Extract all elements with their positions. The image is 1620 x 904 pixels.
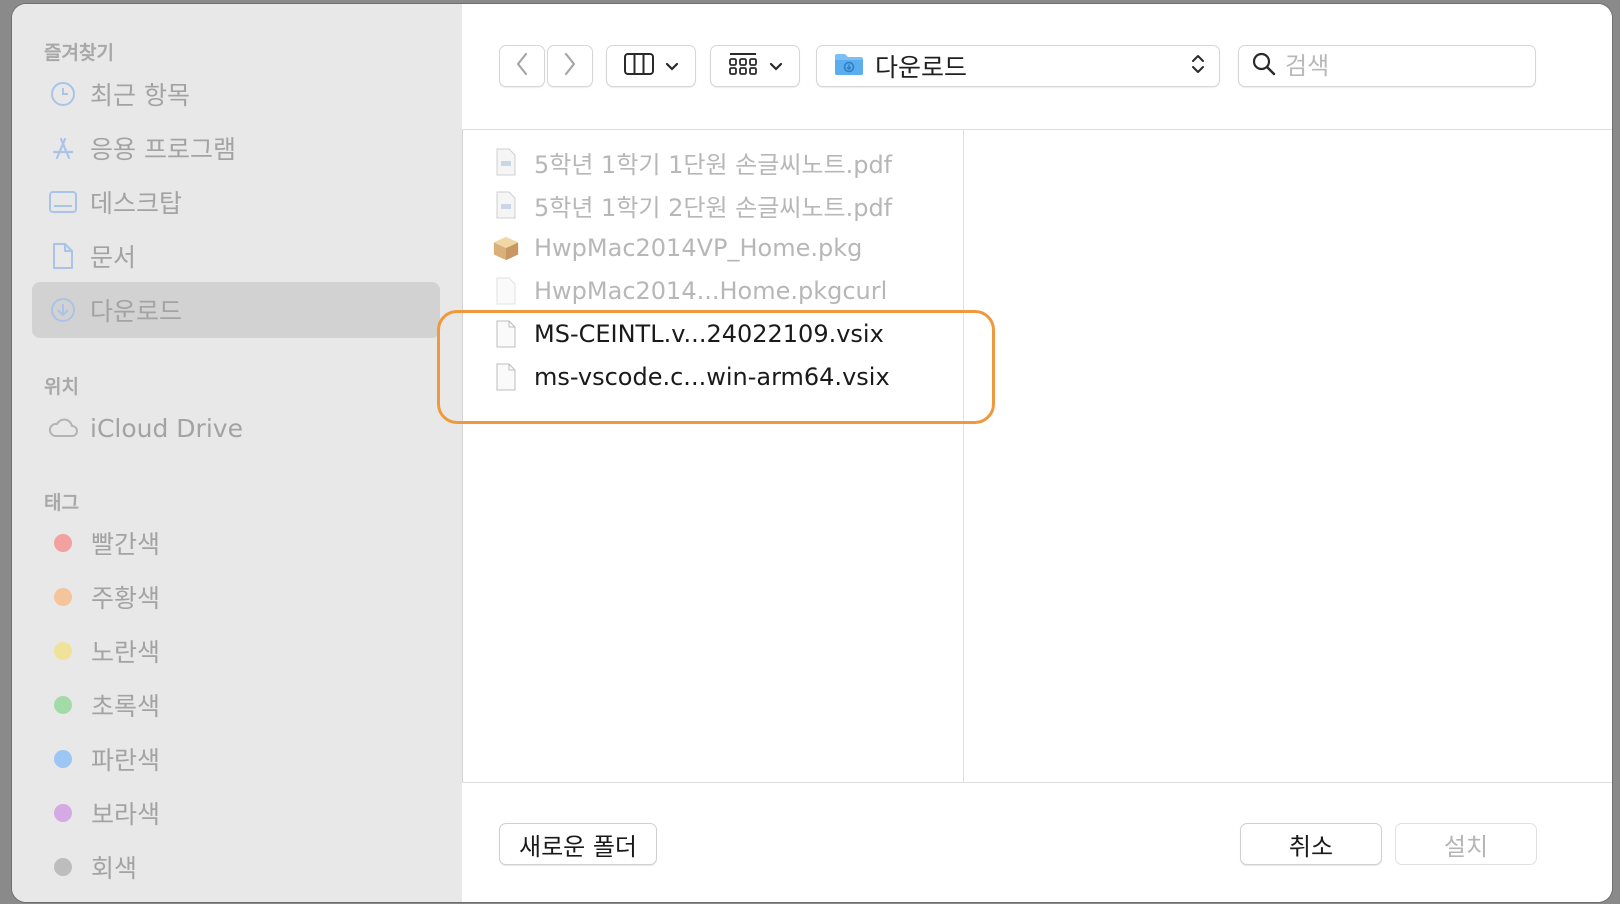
document-icon: [46, 239, 80, 273]
blank-file-icon: [492, 360, 520, 394]
sidebar-item-downloads[interactable]: 다운로드: [32, 282, 440, 338]
install-button[interactable]: 설치: [1395, 823, 1537, 865]
package-icon: [492, 231, 520, 265]
chevron-down-icon: [769, 57, 783, 76]
tag-label: 노란색: [91, 638, 161, 667]
grid-view-icon: [727, 51, 759, 81]
forward-button[interactable]: [547, 45, 593, 87]
file-name: HwpMac2014VP_Home.pkg: [534, 234, 863, 262]
sidebar-item-label: 최근 항목: [90, 81, 190, 110]
file-name: 5학년 1학기 1단원 손글씨노트.pdf: [534, 150, 893, 179]
group-by-button[interactable]: [710, 45, 800, 87]
favorites-heading: 즐겨찾기: [44, 42, 114, 64]
file-name: ms-vscode.c...win-arm64.vsix: [534, 363, 890, 391]
tag-label: 초록색: [91, 692, 161, 721]
chevron-right-icon: [563, 52, 577, 80]
columns-view-icon: [623, 52, 655, 80]
tag-color-dot: [54, 588, 72, 606]
file-name: MS-CEINTL.v...24022109.vsix: [534, 320, 884, 348]
new-folder-button[interactable]: 새로운 폴더: [499, 823, 657, 865]
sidebar-item-label: iCloud Drive: [90, 413, 243, 443]
search-icon: [1251, 51, 1277, 81]
sidebar-item-label: 응용 프로그램: [90, 135, 236, 164]
sidebar-item-icloud-drive[interactable]: iCloud Drive: [32, 400, 440, 456]
tag-label: 빨간색: [91, 530, 161, 559]
dialog-footer: 새로운 폴더 취소 설치: [462, 782, 1612, 902]
sidebar-item-recents[interactable]: 최근 항목: [32, 66, 440, 122]
up-down-chevron-icon: [1191, 52, 1205, 80]
preview-pane: [964, 130, 1612, 782]
tag-label: 주황색: [91, 584, 161, 613]
sidebar-tag-green[interactable]: 초록색: [32, 677, 440, 733]
applications-icon: [46, 131, 80, 165]
download-icon: [46, 293, 80, 327]
tag-color-dot: [54, 534, 72, 552]
path-label: 다운로드: [875, 53, 968, 82]
search-input[interactable]: [1283, 51, 1507, 81]
file-row[interactable]: MS-CEINTL.v...24022109.vsix: [492, 314, 884, 354]
locations-heading: 위치: [44, 376, 79, 398]
pdf-file-icon: [492, 145, 520, 179]
cancel-button[interactable]: 취소: [1240, 823, 1382, 865]
desktop-icon: [46, 185, 80, 219]
sidebar-item-desktop[interactable]: 데스크탑: [32, 174, 440, 230]
back-button[interactable]: [499, 45, 545, 87]
file-list: 5학년 1학기 1단원 손글씨노트.pdf 5학년 1학기 2단원 손글씨노트.…: [462, 130, 964, 782]
sidebar-item-label: 문서: [90, 243, 137, 272]
file-name: 5학년 1학기 2단원 손글씨노트.pdf: [534, 193, 893, 222]
cloud-icon: [46, 411, 80, 445]
tag-color-dot: [54, 804, 72, 822]
tag-color-dot: [54, 750, 72, 768]
file-row: 5학년 1학기 1단원 손글씨노트.pdf: [492, 142, 892, 182]
tag-label: 회색: [91, 854, 138, 883]
pdf-file-icon: [492, 188, 520, 222]
sidebar-item-documents[interactable]: 문서: [32, 228, 440, 284]
blank-file-icon: [492, 274, 520, 308]
tag-color-dot: [54, 696, 72, 714]
chevron-left-icon: [515, 52, 529, 80]
file-row: HwpMac2014...Home.pkgcurl: [492, 271, 887, 311]
file-row: 5학년 1학기 2단원 손글씨노트.pdf: [492, 185, 892, 225]
sidebar-tag-blue[interactable]: 파란색: [32, 731, 440, 787]
sidebar-tag-red[interactable]: 빨간색: [32, 515, 440, 571]
view-mode-button[interactable]: [606, 45, 696, 87]
sidebar-item-applications[interactable]: 응용 프로그램: [32, 120, 440, 176]
file-dialog-window: 즐겨찾기 최근 항목 응용 프로그램 데스크탑 문서 다운로드 위치 iClou…: [12, 4, 1612, 902]
tags-heading: 태그: [44, 492, 79, 514]
search-field[interactable]: [1238, 45, 1536, 87]
sidebar-item-label: 데스크탑: [90, 189, 183, 218]
blank-file-icon: [492, 317, 520, 351]
path-popup-button[interactable]: 다운로드: [816, 45, 1220, 87]
toolbar: 다운로드: [462, 4, 1612, 130]
sidebar-tag-yellow[interactable]: 노란색: [32, 623, 440, 679]
file-row[interactable]: ms-vscode.c...win-arm64.vsix: [492, 357, 890, 397]
tag-label: 파란색: [91, 746, 161, 775]
tag-color-dot: [54, 858, 72, 876]
chevron-down-icon: [665, 57, 679, 76]
sidebar: 즐겨찾기 최근 항목 응용 프로그램 데스크탑 문서 다운로드 위치 iClou…: [12, 4, 463, 902]
sidebar-tag-purple[interactable]: 보라색: [32, 785, 440, 841]
folder-icon: [833, 51, 865, 81]
clock-icon: [46, 77, 80, 111]
tag-color-dot: [54, 642, 72, 660]
tag-label: 보라색: [91, 800, 161, 829]
sidebar-tag-gray[interactable]: 회색: [32, 839, 440, 895]
sidebar-item-label: 다운로드: [90, 297, 183, 326]
sidebar-tag-orange[interactable]: 주황색: [32, 569, 440, 625]
file-row: HwpMac2014VP_Home.pkg: [492, 228, 862, 268]
file-name: HwpMac2014...Home.pkgcurl: [534, 277, 888, 305]
